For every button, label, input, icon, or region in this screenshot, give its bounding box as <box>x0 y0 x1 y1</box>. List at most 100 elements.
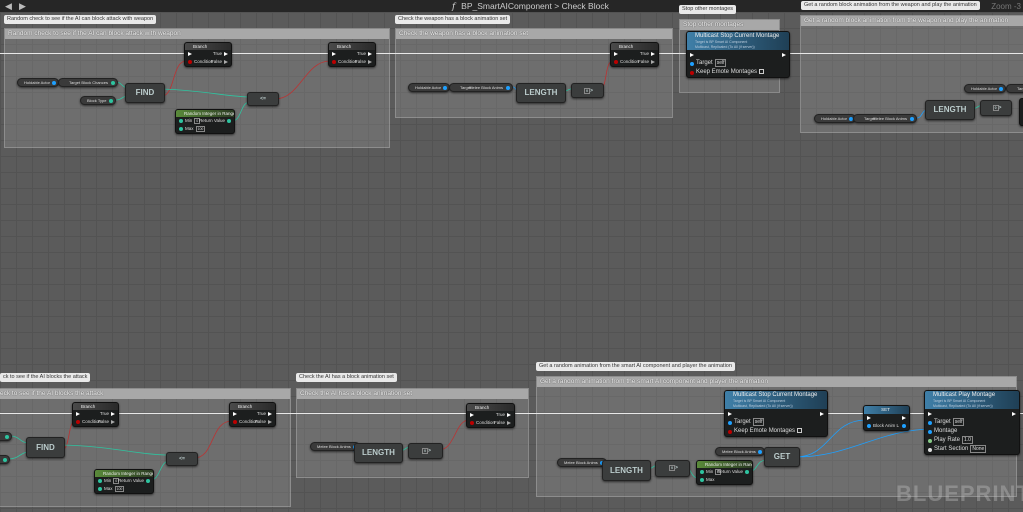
condition-pin[interactable] <box>614 60 618 64</box>
random-integer-node-partial[interactable] <box>1019 98 1023 126</box>
melee-block-anims-getter[interactable]: Melee Block Anims <box>557 458 607 467</box>
length-node[interactable]: LENGTH <box>925 100 975 120</box>
exec-out-pin[interactable] <box>651 52 655 56</box>
length-node[interactable]: LENGTH <box>516 83 566 103</box>
exec-in-pin[interactable] <box>928 411 932 416</box>
pin[interactable] <box>146 479 150 483</box>
stop-montage-node[interactable]: Multicast Stop Current Montage Target is … <box>686 31 790 78</box>
find-node[interactable]: FIND <box>26 437 65 458</box>
holdable-actor-getter[interactable]: Holdable Actor <box>814 114 857 123</box>
start-section-input[interactable]: None <box>970 445 987 453</box>
pin[interactable] <box>227 119 231 123</box>
back-arrow-icon[interactable]: ◀ <box>5 1 12 12</box>
length-node[interactable]: LENGTH <box>354 443 403 463</box>
melee-block-anims-getter[interactable]: Melee Block Anims <box>310 442 360 451</box>
exec-out-pin[interactable] <box>224 60 228 64</box>
pin[interactable] <box>999 87 1004 91</box>
branch-node[interactable]: Branch True Condition False <box>72 402 119 427</box>
exec-in-pin[interactable] <box>867 415 871 420</box>
pin[interactable] <box>700 478 704 482</box>
exec-in-pin[interactable] <box>188 52 192 56</box>
exec-out-pin[interactable] <box>902 415 906 420</box>
breadcrumb-blueprint[interactable]: BP_SmartAIComponent <box>461 1 552 11</box>
branch-node[interactable]: Branch True Condition False <box>184 42 232 67</box>
exec-out-pin[interactable] <box>820 411 824 416</box>
exec-in-pin[interactable] <box>690 52 694 57</box>
pin[interactable] <box>910 117 914 121</box>
branch-node[interactable]: Branch True Condition False <box>610 42 659 67</box>
target-pin[interactable] <box>690 61 694 66</box>
forward-arrow-icon[interactable]: ▶ <box>19 1 26 12</box>
pin[interactable] <box>108 99 113 103</box>
block-type-getter[interactable] <box>0 455 10 464</box>
pin[interactable] <box>728 429 732 434</box>
condition-pin[interactable] <box>188 60 192 64</box>
pin[interactable] <box>3 458 7 462</box>
holdable-actor-getter[interactable]: Holdable Actor <box>964 84 1007 93</box>
keep-emote-checkbox[interactable] <box>758 68 764 74</box>
pin[interactable] <box>745 470 749 474</box>
pin[interactable] <box>179 127 183 131</box>
greater-than-node[interactable]: 0 > <box>571 83 604 98</box>
exec-out-pin[interactable] <box>111 412 115 416</box>
montage-pin[interactable] <box>928 429 932 434</box>
exec-out-pin[interactable] <box>507 421 511 425</box>
block-type-getter[interactable]: Block Type <box>80 96 116 105</box>
start-section-pin[interactable] <box>928 447 932 452</box>
branch-node[interactable]: Branch True Condition False <box>229 402 276 427</box>
exec-in-pin[interactable] <box>76 412 80 416</box>
greater-than-node[interactable]: 0 > <box>408 443 443 459</box>
pin[interactable] <box>5 435 9 439</box>
pin[interactable] <box>757 450 762 454</box>
keep-emote-checkbox[interactable] <box>796 427 802 433</box>
pin[interactable] <box>52 81 57 85</box>
target-input[interactable]: self <box>714 59 727 67</box>
random-integer-in-range-node[interactable]: Random Integer in Range Min 0 Return Value… <box>175 109 235 134</box>
condition-pin[interactable] <box>332 60 336 64</box>
play-rate-pin[interactable] <box>928 438 932 443</box>
exec-out-pin[interactable] <box>1012 411 1016 416</box>
max-input[interactable]: 100 <box>195 126 206 132</box>
exec-out-pin[interactable] <box>651 60 655 64</box>
target-pin[interactable] <box>928 420 932 425</box>
pin[interactable] <box>506 86 510 90</box>
random-integer-in-range-node[interactable]: Random Integer in Range Min 0 Return Value… <box>696 460 753 485</box>
exec-in-pin[interactable] <box>728 411 732 416</box>
pin[interactable] <box>98 487 102 491</box>
exec-out-pin[interactable] <box>507 413 511 417</box>
condition-pin[interactable] <box>470 421 474 425</box>
exec-out-pin[interactable] <box>782 52 786 57</box>
comment-box[interactable]: Check the AI has a block animation set <box>296 388 529 478</box>
exec-in-pin[interactable] <box>614 52 618 56</box>
less-equal-node[interactable]: <= <box>247 92 279 106</box>
pin[interactable] <box>443 86 448 90</box>
find-node[interactable]: FIND <box>125 83 165 103</box>
melee-block-anims-getter[interactable]: Target Melee Block Anims <box>449 83 513 92</box>
stop-montage-node[interactable]: Multicast Stop Current Montage Target is … <box>724 390 828 437</box>
exec-in-pin[interactable] <box>332 52 336 56</box>
holdable-actor-getter[interactable]: Holdable Actor <box>408 83 451 92</box>
exec-in-pin[interactable] <box>233 412 237 416</box>
target-input[interactable]: self <box>752 418 765 426</box>
pin[interactable] <box>111 81 115 85</box>
condition-pin[interactable] <box>233 420 237 424</box>
play-rate-input[interactable]: 1.0 <box>962 436 973 444</box>
pin[interactable] <box>867 423 871 428</box>
less-equal-node[interactable]: <= <box>166 452 198 466</box>
exec-out-pin[interactable] <box>368 60 372 64</box>
max-input[interactable]: 100 <box>114 486 125 492</box>
branch-node[interactable]: Branch True Condition False <box>466 403 515 428</box>
holdable-actor-getter[interactable]: Holdable Actor <box>17 78 60 87</box>
play-montage-node[interactable]: Multicast Play Montage Target is BP Smart… <box>924 390 1020 455</box>
melee-block-anims-getter[interactable]: Melee Block Anims <box>715 447 765 456</box>
target-input[interactable]: self <box>952 418 965 426</box>
greater-than-node[interactable]: 0 > <box>655 460 690 477</box>
pin[interactable] <box>690 70 694 75</box>
exec-out-pin[interactable] <box>224 52 228 56</box>
length-node[interactable]: LENGTH <box>602 460 651 481</box>
pin[interactable] <box>98 479 102 483</box>
pin[interactable] <box>179 119 183 123</box>
target-pin[interactable] <box>728 420 732 425</box>
block-chances-getter[interactable] <box>0 432 12 441</box>
exec-out-pin[interactable] <box>268 412 272 416</box>
